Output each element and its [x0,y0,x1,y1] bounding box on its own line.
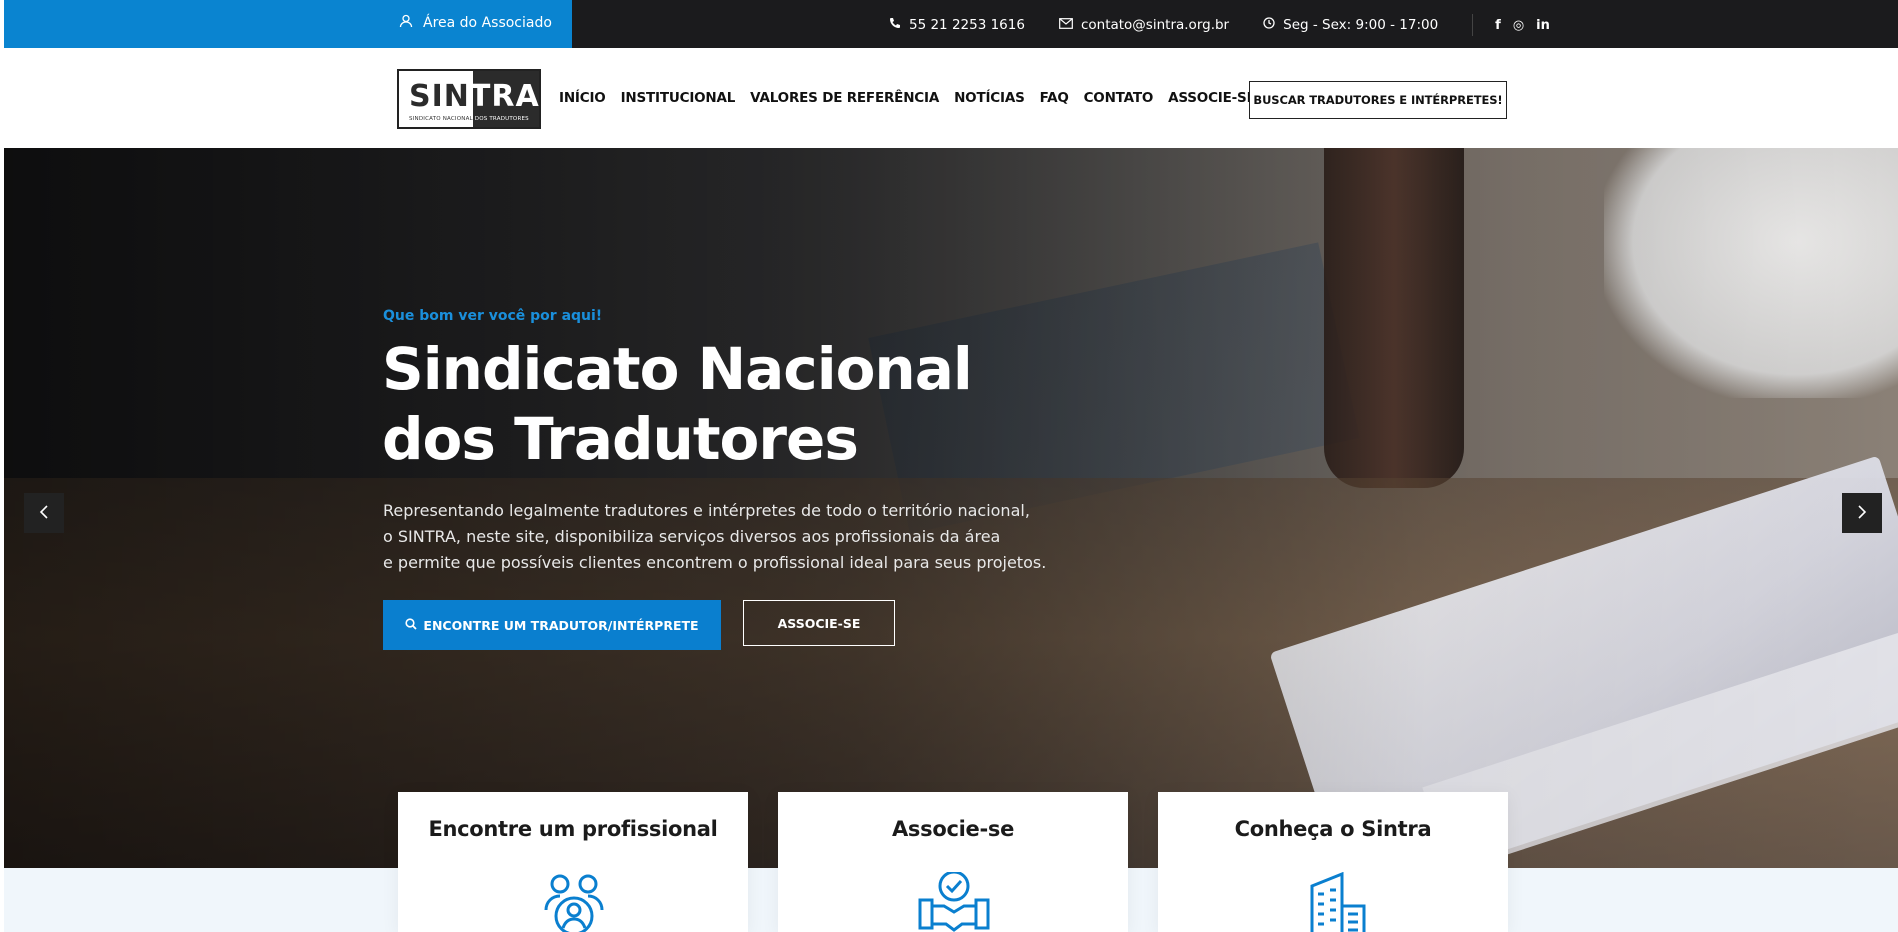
phone-item: 55 21 2253 1616 [889,17,1025,33]
logo-wordmark: SINTRA [409,79,540,114]
building-icon [1298,871,1370,932]
logo-tagline: SINDICATO NACIONAL DOS TRADUTORES [409,116,529,122]
hero-description: Representando legalmente tradutores e in… [383,501,1047,572]
card-about-sintra[interactable]: Conheça o Sintra [1158,792,1508,932]
find-translators-button[interactable]: BUSCAR TRADUTORES E INTÉRPRETES! [1249,81,1507,119]
phone-icon [889,17,901,33]
user-icon [399,14,413,32]
email-address: contato@sintra.org.br [1080,17,1230,33]
contact-info: 55 21 2253 1616 contato@sintra.org.br Se… [889,14,1550,36]
nav-inicio[interactable]: INÍCIO [559,90,606,106]
card-join[interactable]: Associe-se [778,792,1128,932]
facebook-icon[interactable]: f [1495,18,1501,33]
find-translator-label: ENCONTRE UM TRADUTOR/INTÉRPRETE [423,617,699,633]
slider-next-button[interactable] [1842,493,1882,533]
social-links: f ◎ in [1495,18,1550,33]
nav-institucional[interactable]: INSTITUCIONAL [621,90,736,106]
card-title: Associe-se [891,817,1015,841]
find-translator-button[interactable]: ENCONTRE UM TRADUTOR/INTÉRPRETE [383,600,721,650]
sintra-logo[interactable]: SINTRA SINDICATO NACIONAL DOS TRADUTORES [397,69,541,129]
hero-kicker: Que bom ver você por aqui! [383,308,603,324]
divider [1472,14,1474,36]
nav-valores-de-referencia[interactable]: VALORES DE REFERÊNCIA [750,90,939,106]
card-find-professional[interactable]: Encontre um profissional [398,792,748,932]
associate-area-label: Área do Associado [423,15,552,31]
people-icon [538,872,610,932]
envelope-icon [1059,17,1073,33]
nav-noticias[interactable]: NOTÍCIAS [954,90,1025,106]
handshake-icon [918,870,990,932]
nav-contato[interactable]: CONTATO [1084,90,1154,106]
associate-area-link[interactable]: Área do Associado [4,0,572,48]
nav-associe-se[interactable]: ASSOCIE-SE [1168,90,1256,106]
chevron-right-icon [1857,504,1867,523]
nav-faq[interactable]: FAQ [1040,90,1069,106]
search-icon [405,617,418,633]
linkedin-icon[interactable]: in [1536,18,1550,33]
hero-slider: Que bom ver você por aqui! Sindicato Nac… [4,148,1898,868]
chevron-left-icon [39,504,49,523]
email-item[interactable]: contato@sintra.org.br [1059,17,1229,33]
opening-hours: Seg - Sex: 9:00 - 17:00 [1283,17,1439,33]
card-title: Conheça o Sintra [1234,817,1432,841]
slider-prev-button[interactable] [24,493,64,533]
hero-title: Sindicato Nacional dos Tradutores [382,335,973,473]
phone-number: 55 21 2253 1616 [909,17,1025,33]
card-title: Encontre um profissional [428,817,718,841]
page: Área do Associado 55 21 2253 1616 contat… [4,0,1898,932]
main-nav: INÍCIO INSTITUCIONAL VALORES DE REFERÊNC… [559,90,1256,106]
clock-icon [1263,17,1275,33]
join-button[interactable]: ASSOCIE-SE [743,600,895,646]
top-bar: Área do Associado 55 21 2253 1616 contat… [4,0,1898,48]
instagram-icon[interactable]: ◎ [1513,18,1524,33]
hours-item: Seg - Sex: 9:00 - 17:00 [1263,17,1438,33]
main-header: SINTRA SINDICATO NACIONAL DOS TRADUTORES… [4,48,1898,148]
